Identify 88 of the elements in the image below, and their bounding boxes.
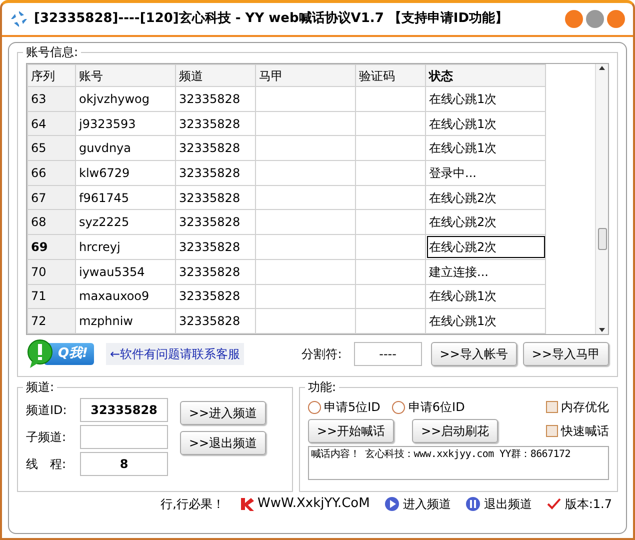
table-cell: 登录中... (426, 160, 546, 186)
radio-option[interactable]: 申请6位ID (392, 398, 465, 416)
app-icon (10, 10, 28, 28)
table-cell: 32335828 (176, 284, 256, 309)
table-cell: hrcreyj (76, 234, 176, 260)
site-link[interactable]: WwW.XxkjYY.CoM (258, 494, 370, 514)
table-cell: 32335828 (176, 185, 256, 210)
function-button[interactable]: >>开始喊话 (308, 419, 394, 443)
group-label: 账号信息: (25, 45, 80, 59)
table-cell: 66 (28, 160, 76, 186)
window-title: [32335828]----[120]玄心科技 - YY web喊话协议V1.7 【支持申请ID功能】 (34, 10, 508, 28)
table-cell: 63 (28, 86, 76, 112)
field-label: 线 程: (26, 456, 68, 473)
table-cell: j9323593 (76, 111, 176, 136)
table-cell: 64 (28, 111, 76, 136)
table-cell: 在线心跳1次 (426, 308, 546, 334)
table-cell: 70 (28, 259, 76, 284)
scroll-down-icon[interactable] (598, 326, 606, 334)
message-field[interactable]: 喊话内容！ 玄心科技：www.xxkjyy.com YY群：8667172 (308, 446, 609, 480)
radio-option[interactable]: 申请5位ID (308, 398, 380, 416)
table-cell: guvdnya (76, 136, 176, 161)
table-cell: 71 (28, 284, 76, 309)
input-field[interactable] (80, 425, 168, 449)
channel-button[interactable]: >>进入频道 (180, 401, 266, 425)
status-text: 进入频道 (402, 496, 451, 513)
checkbox-option[interactable]: 快速喊话 (546, 422, 609, 440)
minimize-button[interactable] (565, 10, 583, 28)
check-icon (546, 496, 562, 512)
table-cell: 在线心跳2次 (426, 210, 546, 235)
field-label: 频道ID: (26, 402, 68, 419)
group-label: 功能: (307, 380, 338, 394)
table-cell: 32335828 (176, 210, 256, 235)
table-cell: 32335828 (176, 308, 256, 334)
table-cell: 67 (28, 185, 76, 210)
separator-field[interactable]: ---- (354, 342, 422, 366)
separator-label: 分割符: (302, 346, 342, 363)
column-header[interactable]: 账号 (76, 64, 176, 86)
table-cell: okjvzhywog (76, 86, 176, 112)
maximize-button[interactable] (586, 10, 604, 28)
help-link[interactable]: ←软件有问题请联系客服 (106, 343, 244, 365)
table-cell: 在线心跳2次 (426, 234, 546, 260)
table-cell: 在线心跳1次 (426, 136, 546, 161)
channel-button[interactable]: >>退出频道 (180, 431, 266, 455)
column-header[interactable]: 状态 (426, 64, 546, 86)
field-label: 子频道: (26, 429, 68, 446)
table-cell: 32335828 (176, 111, 256, 136)
table-cell: maxauxoo9 (76, 284, 176, 309)
table-cell: 在线心跳1次 (426, 111, 546, 136)
table-cell: klw6729 (76, 160, 176, 186)
input-field[interactable]: 8 (80, 452, 168, 476)
table-cell: 32335828 (176, 259, 256, 284)
play-icon (384, 496, 400, 512)
function-button[interactable]: >>启动刷花 (412, 419, 498, 443)
table-cell: 在线心跳1次 (426, 86, 546, 112)
table-cell: 在线心跳2次 (426, 185, 546, 210)
column-header[interactable]: 序列 (28, 64, 76, 86)
table-cell: 在线心跳1次 (426, 284, 546, 309)
scrollbar-thumb[interactable] (598, 228, 606, 250)
table-cell: mzphniw (76, 308, 176, 334)
input-field[interactable]: 32335828 (80, 398, 168, 422)
scrollbar[interactable] (595, 64, 608, 334)
pause-icon (464, 496, 481, 512)
column-header[interactable]: 频道 (176, 64, 256, 86)
table-cell: 68 (28, 210, 76, 235)
table-cell: 32335828 (176, 160, 256, 186)
table-cell: iywau5354 (76, 259, 176, 284)
group-label: 频道: (25, 380, 56, 394)
table-cell: 32335828 (176, 234, 256, 260)
import-vests-button[interactable]: >>导入马甲 (522, 342, 609, 366)
checkbox-option[interactable]: 内存优化 (546, 398, 609, 416)
chat-bubble-icon (26, 339, 54, 369)
table-cell: f961745 (76, 185, 176, 210)
status-text: 退出频道 (484, 496, 532, 513)
table-cell: 32335828 (176, 86, 256, 112)
import-accounts-button[interactable]: >>导入帐号 (430, 342, 517, 366)
scroll-up-icon[interactable] (598, 64, 606, 72)
table-cell: 65 (28, 136, 76, 161)
site-icon (238, 496, 254, 512)
table-cell: 72 (28, 308, 76, 334)
status-text: 版本:1.7 (564, 496, 612, 513)
table-cell: 69 (28, 234, 76, 260)
table-cell: 32335828 (176, 136, 256, 161)
table-cell: syz2225 (76, 210, 176, 235)
column-header[interactable]: 验证码 (356, 64, 426, 86)
table-cell: 建立连接... (426, 259, 546, 284)
column-header[interactable]: 马甲 (256, 64, 356, 86)
close-button[interactable] (607, 10, 625, 28)
status-text: 行,行必果！ (160, 496, 224, 513)
